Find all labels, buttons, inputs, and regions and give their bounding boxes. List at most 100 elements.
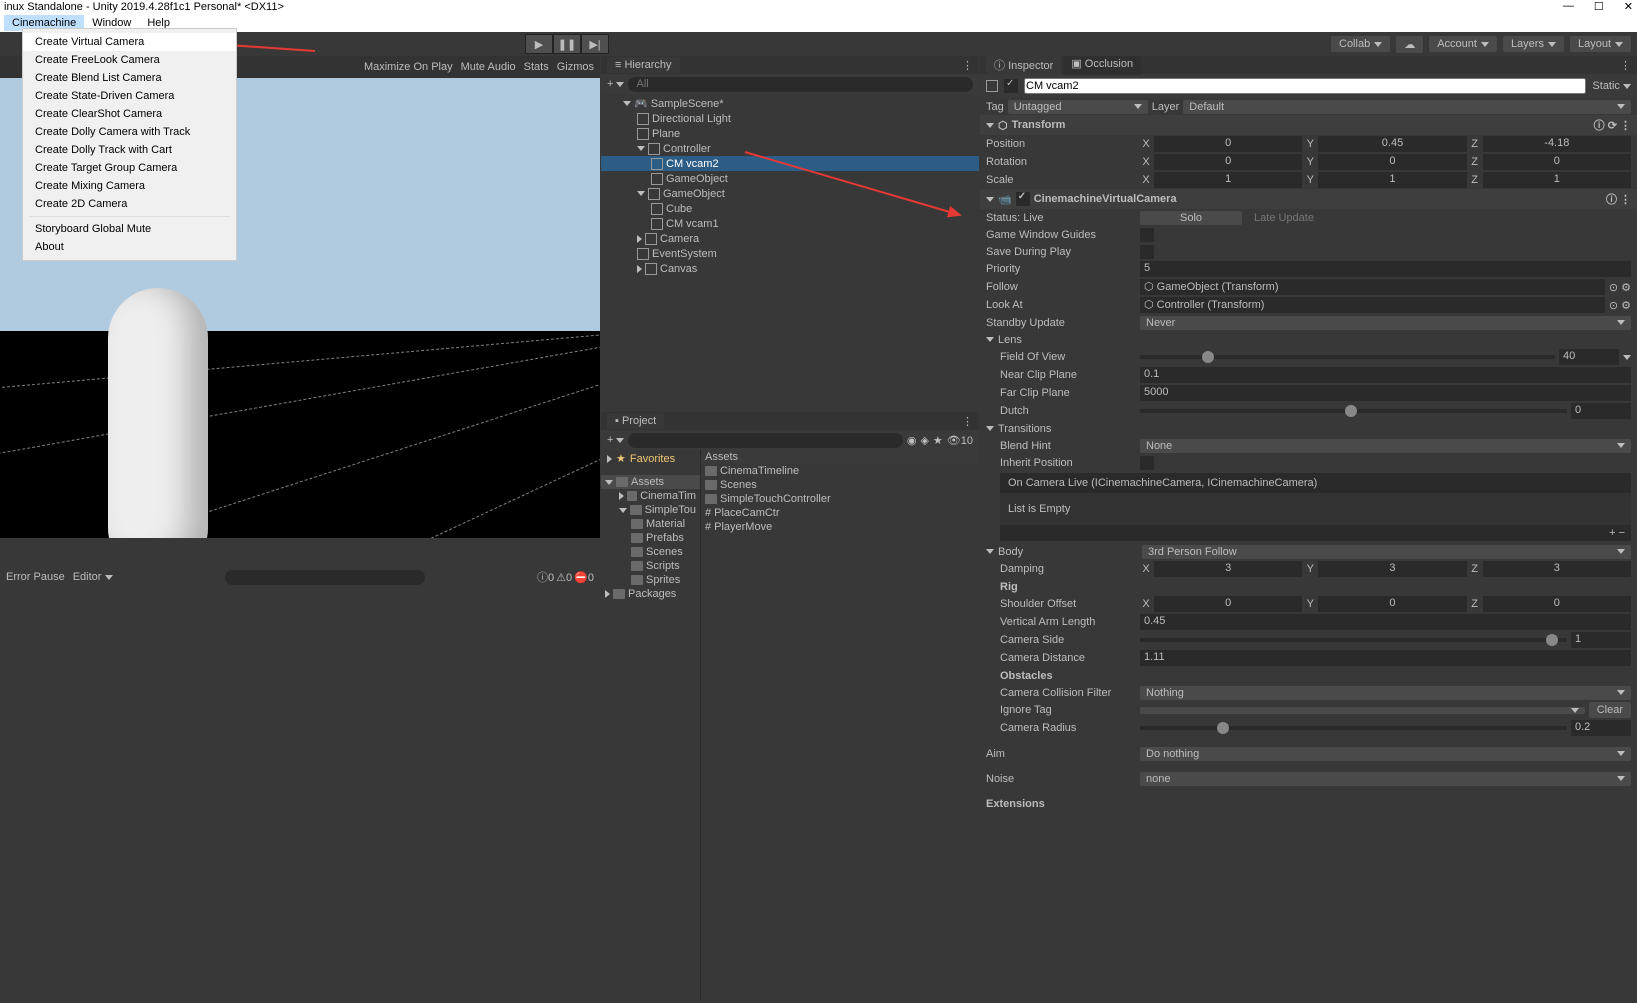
active-checkbox[interactable] <box>1004 79 1018 93</box>
save-play-checkbox[interactable] <box>1140 245 1154 259</box>
layer-dropdown[interactable]: Default <box>1183 100 1631 114</box>
noise-dropdown[interactable]: none <box>1140 772 1631 786</box>
panel-options-icon[interactable]: ⋮ <box>962 59 973 72</box>
standby-dropdown[interactable]: Never <box>1140 316 1631 330</box>
folder-item[interactable]: SimpleTou <box>601 503 700 517</box>
stats[interactable]: Stats <box>524 61 549 73</box>
asset-item[interactable]: SimpleTouchController <box>701 492 979 506</box>
inherit-checkbox[interactable] <box>1140 456 1154 470</box>
mute-audio[interactable]: Mute Audio <box>461 61 516 73</box>
menu-create-freelook[interactable]: Create FreeLook Camera <box>23 51 236 69</box>
damp-y[interactable]: 3 <box>1318 561 1466 577</box>
guides-checkbox[interactable] <box>1140 228 1154 242</box>
search-filter-icon[interactable]: ◉ <box>907 434 917 447</box>
menu-create-target-group[interactable]: Create Target Group Camera <box>23 159 236 177</box>
hierarchy-tab[interactable]: ≡ Hierarchy <box>607 57 680 73</box>
aim-dropdown[interactable]: Do nothing <box>1140 747 1631 761</box>
rot-x[interactable]: 0 <box>1154 154 1302 170</box>
folder-item[interactable]: Scenes <box>601 545 700 559</box>
minimize-icon[interactable]: — <box>1563 0 1574 13</box>
ignore-dropdown[interactable] <box>1140 707 1585 714</box>
folder-item[interactable]: CinemaTim <box>601 489 700 503</box>
hierarchy-item[interactable]: Camera <box>601 231 979 246</box>
menu-create-state-driven[interactable]: Create State-Driven Camera <box>23 87 236 105</box>
side-slider[interactable] <box>1140 638 1567 642</box>
occlusion-tab[interactable]: ▣ Occlusion <box>1063 56 1141 75</box>
priority-field[interactable]: 5 <box>1140 261 1631 277</box>
sh-y[interactable]: 0 <box>1318 596 1466 612</box>
follow-field[interactable]: ⬡ GameObject (Transform) <box>1140 279 1605 295</box>
star-icon[interactable]: ★ <box>933 434 943 447</box>
body-label[interactable]: Body <box>998 546 1138 558</box>
hierarchy-item-selected[interactable]: CM vcam2 <box>601 156 979 171</box>
asset-item[interactable]: # PlaceCamCtr <box>701 506 979 520</box>
console-search[interactable] <box>225 570 425 585</box>
near-field[interactable]: 0.1 <box>1140 367 1631 383</box>
warn-count[interactable]: ⚠0 <box>556 571 572 584</box>
fov-slider[interactable] <box>1140 355 1555 359</box>
menu-create-dolly-track-cart[interactable]: Create Dolly Track with Cart <box>23 141 236 159</box>
folder-item[interactable]: Sprites <box>601 573 700 587</box>
hierarchy-item[interactable]: EventSystem <box>601 246 979 261</box>
tag-dropdown[interactable]: Untagged <box>1008 100 1148 114</box>
far-field[interactable]: 5000 <box>1140 385 1631 401</box>
hierarchy-item[interactable]: Controller <box>601 141 979 156</box>
transform-header[interactable]: ⬡ Transformⓘ ⟳ ⋮ <box>980 115 1637 135</box>
packages-folder[interactable]: Packages <box>601 587 700 601</box>
scale-x[interactable]: 1 <box>1154 172 1302 188</box>
hierarchy-item[interactable]: GameObject <box>601 171 979 186</box>
cvc-header[interactable]: 📹 CinemachineVirtualCameraⓘ ⋮ <box>980 189 1637 209</box>
menu-create-mixing[interactable]: Create Mixing Camera <box>23 177 236 195</box>
pos-x[interactable]: 0 <box>1154 136 1302 152</box>
create-dropdown[interactable]: + <box>607 434 624 446</box>
arm-field[interactable]: 0.45 <box>1140 614 1631 630</box>
rot-z[interactable]: 0 <box>1483 154 1631 170</box>
damp-z[interactable]: 3 <box>1483 561 1631 577</box>
pos-y[interactable]: 0.45 <box>1318 136 1466 152</box>
cvc-enabled-checkbox[interactable] <box>1016 192 1030 206</box>
radius-field[interactable]: 0.2 <box>1571 720 1631 736</box>
object-name-field[interactable] <box>1024 78 1586 94</box>
body-dropdown[interactable]: 3rd Person Follow <box>1142 545 1631 559</box>
pos-z[interactable]: -4.18 <box>1483 136 1631 152</box>
breadcrumb-assets[interactable]: Assets <box>701 450 979 464</box>
asset-item[interactable]: # PlayerMove <box>701 520 979 534</box>
hidden-count[interactable]: 👁10 <box>947 434 973 447</box>
favorites-node[interactable]: ★ Favorites <box>601 450 700 467</box>
pause-button[interactable]: ❚❚ <box>553 34 581 54</box>
asset-item[interactable]: Scenes <box>701 478 979 492</box>
side-field[interactable]: 1 <box>1571 632 1631 648</box>
dutch-field[interactable]: 0 <box>1571 403 1631 419</box>
info-count[interactable]: ⓘ0 <box>537 569 554 585</box>
event-add-button[interactable]: + <box>1609 527 1615 539</box>
scale-y[interactable]: 1 <box>1318 172 1466 188</box>
sh-z[interactable]: 0 <box>1483 596 1631 612</box>
step-button[interactable]: ▶| <box>581 34 609 54</box>
hierarchy-item[interactable]: Directional Light <box>601 111 979 126</box>
radius-slider[interactable] <box>1140 726 1567 730</box>
project-search[interactable] <box>628 433 902 448</box>
panel-options-icon[interactable]: ⋮ <box>1620 59 1631 72</box>
hierarchy-item[interactable]: GameObject <box>601 186 979 201</box>
folder-item[interactable]: Prefabs <box>601 531 700 545</box>
menu-create-2d[interactable]: Create 2D Camera <box>23 195 236 213</box>
account-button[interactable]: Account <box>1429 36 1497 52</box>
scene-node[interactable]: 🎮 SampleScene* <box>601 96 979 111</box>
maximize-on-play[interactable]: Maximize On Play <box>364 61 453 73</box>
coll-dropdown[interactable]: Nothing <box>1140 686 1631 700</box>
static-toggle[interactable]: Static <box>1592 80 1631 92</box>
hierarchy-item[interactable]: CM vcam1 <box>601 216 979 231</box>
create-dropdown[interactable]: + <box>607 78 624 90</box>
collab-button[interactable]: Collab <box>1331 36 1390 52</box>
menu-create-blend-list[interactable]: Create Blend List Camera <box>23 69 236 87</box>
hierarchy-search[interactable] <box>628 77 973 92</box>
lookat-field[interactable]: ⬡ Controller (Transform) <box>1140 297 1605 313</box>
project-tab[interactable]: ▪ Project <box>607 413 664 429</box>
blend-dropdown[interactable]: None <box>1140 439 1631 453</box>
dist-field[interactable]: 1.11 <box>1140 650 1631 666</box>
hierarchy-item[interactable]: Canvas <box>601 261 979 276</box>
close-icon[interactable]: ✕ <box>1624 0 1633 13</box>
clear-button[interactable]: Clear <box>1589 702 1631 718</box>
menu-storyboard-mute[interactable]: Storyboard Global Mute <box>23 220 236 238</box>
fov-field[interactable]: 40 <box>1559 349 1619 365</box>
